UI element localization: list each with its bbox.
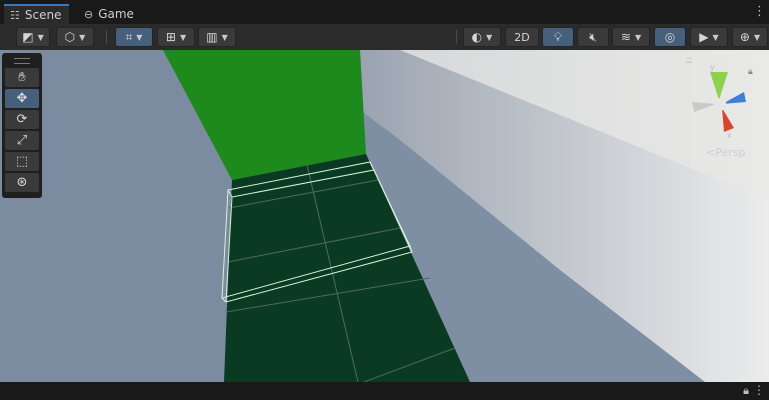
move-tool-button[interactable]: ✥: [5, 89, 39, 108]
move-icon: ✥: [16, 91, 28, 106]
scene-canvas[interactable]: [0, 50, 769, 382]
gamepad-icon: ⊖: [84, 7, 94, 21]
transform-icon: ⊛: [16, 175, 28, 190]
draw-mode-icon: ◩: [22, 30, 34, 44]
scene-visibility-button[interactable]: ◎: [654, 27, 686, 47]
chevron-down-icon: ▼: [37, 32, 44, 42]
eye-hidden-icon: ◎: [664, 30, 676, 44]
chevron-down-icon: ▼: [136, 32, 143, 42]
gizmos-button[interactable]: ⊕ ▼: [732, 27, 768, 47]
render-mode-button[interactable]: ◐ ▼: [463, 27, 501, 47]
ruler-icon: ▥: [206, 30, 218, 44]
chevron-down-icon: ▼: [79, 32, 86, 42]
grid-icon: ☷: [10, 8, 20, 22]
gizmo-center-cube[interactable]: [714, 98, 726, 110]
scale-icon: ⤢: [16, 133, 28, 148]
lightbulb-icon: 💡︎: [553, 29, 563, 44]
rotate-tool-button[interactable]: ⟳: [5, 110, 39, 129]
shading-mode-button[interactable]: ⬡ ▼: [56, 27, 94, 47]
grid-snap-icon: ⌗: [125, 29, 133, 44]
gizmo-menu-icon[interactable]: [678, 61, 692, 63]
rect-tool-button[interactable]: ⬚: [5, 152, 39, 171]
audio-toggle-button[interactable]: 🔇︎: [577, 27, 609, 47]
audio-mute-icon: 🔇︎: [589, 29, 597, 44]
hand-icon: ✋︎: [18, 70, 26, 85]
cube-icon: ⬡: [64, 30, 76, 44]
lock-icon[interactable]: 🔒︎: [743, 384, 749, 398]
chevron-down-icon: ▼: [634, 32, 642, 42]
chevron-down-icon: ▼: [221, 32, 228, 42]
sphere-icon: ◐: [471, 30, 483, 44]
layers-icon: ≋: [620, 30, 631, 44]
chevron-left-icon: <: [706, 146, 716, 159]
chevron-down-icon: ▼: [486, 32, 493, 42]
tab-game[interactable]: ⊖ Game: [78, 4, 142, 24]
snap-increment-icon: ⊞: [165, 30, 176, 44]
axis-label-x: x: [727, 131, 732, 140]
scene-toolbar: ◩ ▼ ⬡ ▼ ⌗ ▼ ⊞ ▼ ▥ ▼ ◐ ▼ 2D 💡︎ 🔇︎ ≋ ▼ ◎ ▶ ▼ ⊕ ▼: [0, 24, 769, 51]
rect-icon: ⬚: [15, 154, 29, 169]
tab-game-label: Game: [98, 7, 134, 21]
transform-tool-button[interactable]: ⊛: [5, 173, 39, 192]
tools-overlay: ✋︎ ✥ ⟳ ⤢ ⬚ ⊛: [2, 53, 42, 198]
projection-text: Persp: [715, 146, 746, 159]
camera-icon: ▶: [699, 30, 709, 44]
tab-bar: ☷ Scene ⊖ Game ⋮: [0, 0, 769, 24]
draw-mode-button[interactable]: ◩ ▼: [16, 27, 50, 47]
grid-snapping-button[interactable]: ⌗ ▼: [115, 27, 153, 47]
axis-label-y: y: [710, 63, 715, 72]
toolbar-divider: [456, 30, 457, 44]
x-axis-cone[interactable]: [722, 108, 734, 132]
toggle-2d-label: 2D: [514, 30, 530, 44]
more-options-icon[interactable]: ⋮: [753, 383, 765, 397]
drag-handle[interactable]: [14, 58, 30, 64]
scale-tool-button[interactable]: ⤢: [5, 131, 39, 150]
camera-button[interactable]: ▶ ▼: [690, 27, 728, 47]
rotate-icon: ⟳: [16, 112, 28, 127]
chevron-down-icon: ▼: [179, 32, 187, 42]
projection-label[interactable]: <Persp: [706, 146, 745, 159]
y-axis-cone[interactable]: [710, 72, 728, 100]
gizmo-graphic: 🔒︎ x y: [678, 58, 753, 140]
chevron-down-icon: ▼: [753, 32, 761, 42]
scene-viewport[interactable]: [0, 50, 769, 382]
lighting-toggle-button[interactable]: 💡︎: [542, 27, 574, 47]
toggle-2d-button[interactable]: 2D: [505, 27, 539, 47]
lock-icon[interactable]: 🔒︎: [748, 67, 753, 77]
chevron-down-icon: ▼: [712, 32, 719, 42]
status-bar: 🔒︎ ⋮: [0, 382, 769, 400]
gizmo-icon: ⊕: [739, 30, 750, 44]
tab-scene-label: Scene: [24, 8, 62, 22]
orientation-gizmo[interactable]: 🔒︎ x y: [678, 58, 766, 154]
more-options-icon[interactable]: ⋮: [753, 4, 766, 19]
effects-button[interactable]: ≋ ▼: [612, 27, 650, 47]
tab-scene[interactable]: ☷ Scene: [4, 4, 70, 24]
neg-x-axis-cone[interactable]: [692, 102, 716, 112]
grid-visibility-button[interactable]: ▥ ▼: [198, 27, 236, 47]
increment-snap-button[interactable]: ⊞ ▼: [157, 27, 195, 47]
hand-tool-button[interactable]: ✋︎: [5, 68, 39, 87]
toolbar-divider: [106, 30, 107, 44]
